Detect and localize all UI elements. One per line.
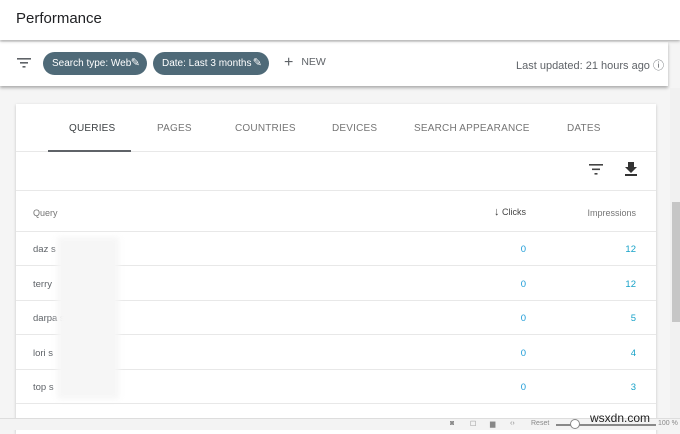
clicks-column-header[interactable]: ↓ Clicks (494, 206, 526, 218)
image-icon[interactable]: ▆ (490, 420, 495, 428)
zoom-level: 100 % (658, 420, 678, 427)
impressions-cell: 12 (625, 244, 636, 255)
page-header: Performance (0, 0, 680, 40)
clicks-cell: 0 (520, 347, 526, 359)
filter-rows-icon[interactable] (589, 164, 603, 175)
zoom-slider-handle[interactable] (570, 419, 580, 429)
query-column-header[interactable]: Query (33, 208, 58, 218)
filter-icon[interactable] (17, 57, 31, 69)
tab-dates[interactable]: DATES (567, 123, 601, 134)
last-updated-text: Last updated: 21 hours ago (515, 60, 650, 72)
query-cell: top s (33, 382, 54, 393)
edit-icon[interactable]: ✎ (131, 52, 140, 75)
tab-countries[interactable]: COUNTRIES (235, 123, 296, 134)
last-updated: Last updated: 21 hours ago ⓘ (516, 57, 664, 73)
tab-queries[interactable]: QUERIES (69, 123, 115, 134)
reset-button[interactable]: Reset (531, 420, 549, 427)
plus-icon: + (284, 54, 294, 71)
new-filter-button[interactable]: + NEW (284, 54, 326, 72)
tab-search-appearance[interactable]: SEARCH APPEARANCE (414, 123, 530, 134)
clicks-cell: 0 (520, 313, 526, 324)
clicks-cell: 0 (520, 244, 526, 255)
query-cell: terry (33, 278, 52, 290)
date-chip[interactable]: Date: Last 3 months ✎ (153, 52, 269, 75)
redaction-blur (57, 237, 119, 399)
query-cell: daz s (33, 244, 56, 255)
download-icon[interactable] (625, 162, 637, 176)
screenshot-icon[interactable]: ◙ (450, 420, 454, 427)
tab-bar: QUERIES PAGES COUNTRIES DEVICES SEARCH A… (16, 104, 656, 152)
filter-toolbar: Search type: Web ✎ Date: Last 3 months ✎ +… (0, 42, 668, 86)
edit-icon[interactable]: ✎ (253, 52, 262, 75)
chip-label: Search type: Web (52, 58, 132, 69)
tab-pages[interactable]: PAGES (157, 123, 192, 134)
code-icon[interactable]: ‹› (510, 420, 515, 427)
active-tab-indicator (48, 150, 131, 152)
impressions-cell: 3 (630, 382, 636, 393)
help-icon[interactable]: ⓘ (653, 60, 664, 72)
scrollbar-thumb[interactable] (672, 202, 680, 322)
clicks-label: Clicks (502, 207, 526, 217)
impressions-cell: 4 (630, 347, 636, 359)
tab-devices[interactable]: DEVICES (332, 123, 377, 134)
watermark: wsxdn.com (590, 411, 651, 425)
sort-down-icon: ↓ (493, 206, 500, 218)
status-bar: ◙ ☐ ▆ ‹› Reset 100 % (0, 418, 680, 430)
page-title: Performance (16, 10, 102, 27)
search-type-chip[interactable]: Search type: Web ✎ (43, 52, 147, 75)
new-label: NEW (301, 56, 326, 68)
impressions-cell: 5 (630, 313, 636, 324)
chip-label: Date: Last 3 months (162, 58, 252, 69)
table-header: Query ↓ Clicks Impressions (16, 190, 656, 232)
query-cell: lori s (33, 347, 54, 359)
impressions-cell: 12 (625, 278, 636, 290)
impressions-column-header[interactable]: Impressions (587, 208, 636, 218)
frame-icon[interactable]: ☐ (470, 420, 476, 428)
clicks-cell: 0 (520, 278, 526, 290)
clicks-cell: 0 (520, 382, 526, 393)
